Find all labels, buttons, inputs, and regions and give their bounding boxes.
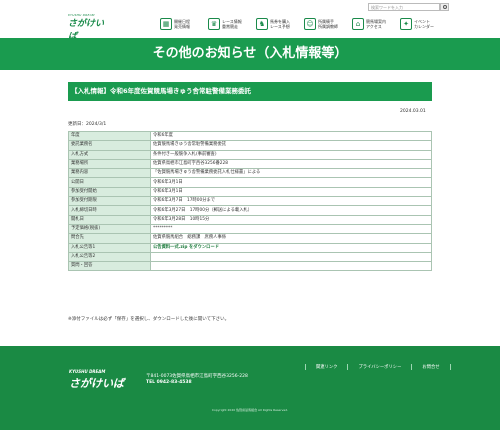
row-key: 予定価格(税抜) (68, 223, 151, 235)
trophy-icon: ♛ (208, 18, 220, 30)
nav-label: 所属騎手 所属調教師 (318, 19, 338, 29)
search-button[interactable] (440, 3, 449, 11)
table-row: 公開日 令和6年3月1日 (68, 177, 432, 188)
row-key: 委託業務名 (68, 140, 151, 151)
map-icon: ⌂ (352, 18, 364, 30)
table-row: 問合先 佐賀県競馬組合 総務課 庶務人事係 (68, 233, 432, 244)
table-row: 入札公告等1 公告資料一式.zip をダウンロード (68, 242, 432, 253)
nav-item-access[interactable]: ⌂ 競馬場案内 アクセス (352, 14, 392, 34)
row-value: ********* (150, 223, 432, 235)
row-key: 入札公告等1 (68, 242, 151, 253)
download-link[interactable]: 公告資料一式.zip をダウンロード (153, 245, 219, 250)
row-value: 令和6年3月1日 (150, 177, 432, 188)
row-value: 佐賀県鳥栖市江島町字西谷3256番228 (150, 158, 432, 170)
row-key: 年度 (68, 130, 151, 142)
table-row: 質問・回答 (68, 261, 432, 272)
row-key: 業務場所 (68, 158, 151, 170)
nav-item-betting[interactable]: ♞ 馬券を購入 レース予想 (256, 14, 296, 34)
table-row: 委託業務名 佐賀競馬場きゅう舎常駐警備業務委託 (68, 140, 432, 151)
nav-label: 馬券を購入 レース予想 (270, 19, 290, 29)
row-value: 令和6年3月7日 17時00分まで (150, 196, 432, 207)
nav-item-jockeys[interactable]: ☺ 所属騎手 所属調教師 (304, 14, 344, 34)
row-value: 佐賀競馬場きゅう舎常駐警備業務委託 (150, 140, 432, 151)
row-key: 開札日 (68, 214, 151, 225)
row-key: 業務内容 (68, 168, 151, 179)
nav-label: 競馬場案内 アクセス (366, 19, 386, 29)
row-key: 公開日 (68, 177, 151, 188)
nav-label: 開催日程 発売情報 (174, 19, 190, 29)
footer-links: 関連リンク プライバシーポリシー お問合せ (305, 364, 451, 370)
table-row: 予定価格(税抜) ********* (68, 223, 432, 235)
footer-logo-tagline: KYUSHU DREAM (69, 369, 106, 374)
row-key: 入札方式 (68, 149, 151, 160)
main-nav: ▦ 開催日程 発売情報 ♛ レース情報 重賞競走 ♞ 馬券を購入 レース予想 ☺ 所属騎… (160, 14, 495, 34)
ticket-icon: ♞ (256, 18, 268, 30)
row-value (150, 251, 432, 263)
nav-label: イベント カレンダー (414, 19, 434, 29)
table-row: 入札方式 条件付き一般競争入札(事前審査) (68, 149, 432, 160)
nav-item-events[interactable]: ✦ イベント カレンダー (400, 14, 440, 34)
row-value: 令和6年度 (150, 130, 432, 142)
row-key: 入札公告等2 (68, 251, 151, 263)
row-key: 質問・回答 (68, 261, 151, 272)
table-row: 参加受付期限 令和6年3月7日 17時00分まで (68, 196, 432, 207)
footer-link-privacy[interactable]: プライバシーポリシー (347, 364, 411, 370)
table-row: 入札締切日時 令和6年3月27日 17時00分（郵送による載入札） (68, 205, 432, 216)
nav-label: レース情報 重賞競走 (222, 19, 242, 29)
table-row: 入札公告等2 (68, 251, 432, 263)
notice-date: 2024.03.01 (400, 109, 426, 114)
calendar-icon: ▦ (160, 18, 172, 30)
table-row: 業務場所 佐賀県鳥栖市江島町字西谷3256番228 (68, 158, 432, 170)
row-value: 令和6年3月27日 17時00分（郵送による載入札） (150, 205, 432, 216)
footer-link-related[interactable]: 関連リンク (305, 364, 347, 370)
site-logo[interactable]: KYUSHU DREAM さがけいば (68, 13, 104, 42)
page-title: その他のお知らせ（入札情報等） (152, 46, 348, 61)
row-value: 条件付き一般競争入札(事前審査) (150, 149, 432, 160)
row-key: 参加受付開始 (68, 186, 151, 198)
site-header: KYUSHU DREAM さがけいば 検索ワードを入力 ▦ 開催日程 発売情報 ♛… (0, 0, 500, 42)
page-title-band: その他のお知らせ（入札情報等） (0, 38, 500, 70)
footer-address: 〒841-0073佐賀県鳥栖市江島町字西谷3256-228 (146, 374, 248, 379)
table-row: 参加受付開始 令和6年3月1日 (68, 186, 432, 198)
table-row: 業務内容 「佐賀競馬場きゅう舎警備業務委託入札仕様書」による (68, 168, 432, 179)
row-value: 令和6年3月1日 (150, 186, 432, 198)
row-key: 参加受付期限 (68, 196, 151, 207)
search-input[interactable]: 検索ワードを入力 (368, 3, 440, 11)
nav-item-race-info[interactable]: ♛ レース情報 重賞競走 (208, 14, 248, 34)
footer-logo[interactable]: さがけいば (69, 375, 124, 391)
row-value: 佐賀県競馬組合 総務課 庶務人事係 (150, 233, 432, 244)
jockey-icon: ☺ (304, 18, 316, 30)
table-row: 開札日 令和6年3月28日 10時15分 (68, 214, 432, 225)
row-value: 令和6年3月28日 10時15分 (150, 214, 432, 225)
footer-tel: TEL 0942-83-4538 (146, 380, 192, 385)
notice-title: 【入札情報】令和6年度佐賀競馬場きゅう舎常駐警備業務委託 (68, 82, 432, 101)
event-icon: ✦ (400, 18, 412, 30)
row-value: 「佐賀競馬場きゅう舎警備業務委託入札仕様書」による (150, 168, 432, 179)
row-key: 入札締切日時 (68, 205, 151, 216)
download-note: ※添付ファイルは必ず「保存」を選択し、ダウンロードした後に開いて下さい。 (68, 317, 230, 322)
copyright: Copyright 2020 佐賀県競馬組合 All Rights Reserv… (211, 408, 289, 412)
row-value (150, 261, 432, 272)
search-icon (443, 5, 447, 9)
updated-date: 更新日：2024/3/1 (68, 122, 107, 127)
nav-item-schedule[interactable]: ▦ 開催日程 発売情報 (160, 14, 200, 34)
table-row: 年度 令和6年度 (68, 130, 432, 142)
footer-link-contact[interactable]: お問合せ (411, 364, 451, 370)
row-value-cell: 公告資料一式.zip をダウンロード (150, 242, 432, 253)
row-key: 問合先 (68, 233, 151, 244)
bid-info-table: 年度 令和6年度 委託業務名 佐賀競馬場きゅう舎常駐警備業務委託 入札方式 条件付き一… (68, 130, 432, 272)
